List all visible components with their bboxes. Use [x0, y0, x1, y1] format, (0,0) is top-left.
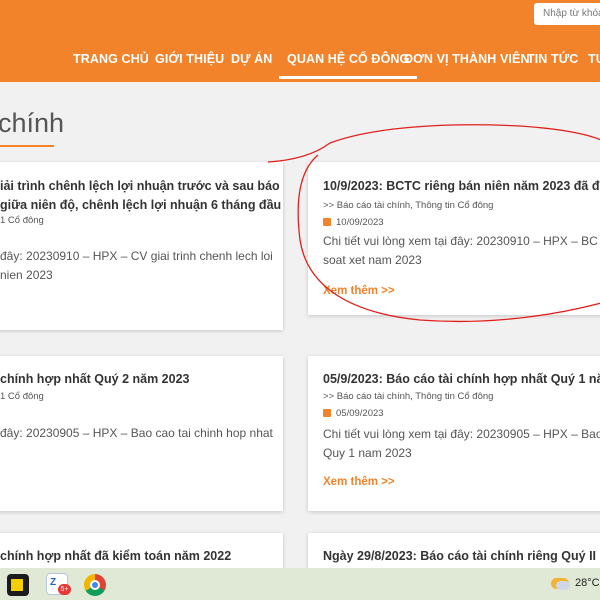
card-excerpt: đây: 20230910 – HPX – CV giai trinh chen… [0, 249, 273, 282]
card-category[interactable]: 1 Cổ đông [0, 391, 44, 402]
card-excerpt: Chi tiết vui lòng xem tại đây: 20230910 … [323, 234, 598, 267]
card-category[interactable]: 1 Cổ đông [0, 215, 44, 226]
nav-gioi-thieu[interactable]: GIỚI THIỆU [155, 52, 224, 66]
calendar-icon [323, 409, 331, 417]
zalo-icon[interactable]: Z 5+ [46, 573, 71, 595]
page-title: chính [0, 108, 65, 138]
card-date: 10/09/2023 [323, 217, 384, 228]
card-title[interactable]: chính hợp nhất Quý 2 năm 2023 [0, 370, 189, 389]
sticky-notes-icon[interactable] [7, 574, 29, 596]
news-card[interactable]: chính hợp nhất Quý 2 năm 2023 1 Cổ đông … [0, 356, 283, 511]
card-title[interactable]: 10/9/2023: BCTC riêng bán niên năm 2023 … [323, 177, 600, 196]
title-underline [0, 145, 54, 147]
temperature-label[interactable]: 28°C [575, 577, 600, 589]
search-input[interactable]: Nhập từ khóa [534, 3, 600, 25]
nav-du-an[interactable]: DỰ ÁN [231, 52, 272, 66]
read-more-link[interactable]: Xem thêm >> [323, 285, 395, 297]
card-title[interactable]: Ngày 29/8/2023: Báo cáo tài chính riêng … [323, 547, 600, 566]
news-card[interactable]: iải trình chênh lệch lợi nhuận trước và … [0, 162, 283, 330]
notification-badge: 5+ [58, 584, 71, 595]
nav-trang-chu[interactable]: TRANG CHỦ [73, 52, 149, 66]
card-category[interactable]: >> Báo cáo tài chính, Thông tin Cổ đông [323, 200, 493, 211]
read-more-link[interactable]: Xem thêm >> [323, 476, 395, 488]
news-card[interactable]: 10/9/2023: BCTC riêng bán niên năm 2023 … [308, 162, 600, 315]
card-title[interactable]: chính hợp nhất đã kiểm toán năm 2022 [0, 547, 231, 566]
nav-quan-he-co-dong[interactable]: QUAN HỆ CỔ ĐÔNG [279, 52, 418, 79]
weather-icon[interactable] [551, 578, 570, 590]
site-header: Nhập từ khóa TRANG CHỦ GIỚI THIỆU DỰ ÁN … [0, 0, 600, 82]
card-category[interactable]: >> Báo cáo tài chính, Thông tin Cổ đông [323, 391, 493, 402]
calendar-icon [323, 218, 331, 226]
chrome-icon[interactable] [84, 574, 106, 596]
nav-don-vi-thanh-vien[interactable]: ĐƠN VỊ THÀNH VIÊN [404, 52, 530, 66]
news-card[interactable]: 05/9/2023: Báo cáo tài chính hợp nhất Qu… [308, 356, 600, 511]
nav-tuyen-dung[interactable]: TU [588, 52, 600, 66]
card-title[interactable]: iải trình chênh lệch lợi nhuận trước và … [0, 177, 283, 215]
card-excerpt: đây: 20230905 – HPX – Bao cao tai chinh … [0, 426, 273, 440]
card-date: 05/09/2023 [323, 408, 384, 419]
nav-tin-tuc[interactable]: TIN TỨC [527, 52, 578, 66]
card-title[interactable]: 05/9/2023: Báo cáo tài chính hợp nhất Qu… [323, 370, 600, 389]
card-excerpt: Chi tiết vui lòng xem tại đây: 20230905 … [323, 427, 600, 460]
